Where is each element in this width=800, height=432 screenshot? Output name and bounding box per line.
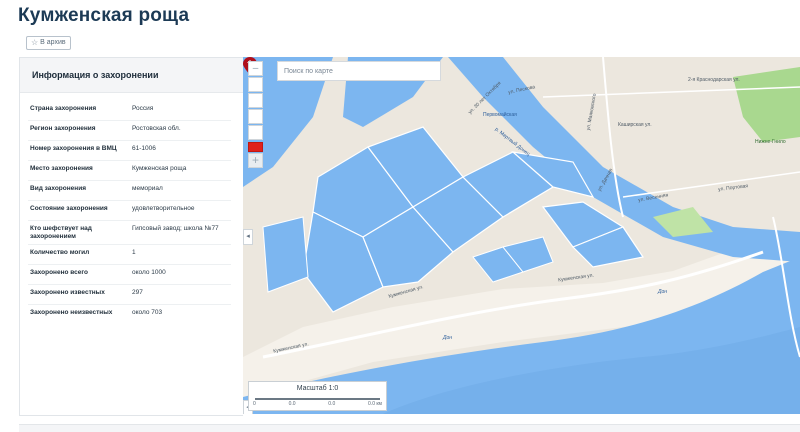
map-label-street: 2-я Краснодарская ул. — [688, 77, 740, 83]
map-search-input[interactable]: Поиск по карте — [277, 61, 441, 81]
map-tool-button[interactable] — [248, 125, 263, 140]
map-label-district: Нижне-Гнило — [755, 139, 786, 145]
info-row: Страна захоронения Россия — [28, 101, 231, 121]
map-scale-widget: Масштаб 1:0 0 0.0 0.0 0.0 км — [248, 381, 387, 411]
scale-ticks: 0 0.0 0.0 0.0 км — [253, 401, 382, 407]
info-value: 297 — [132, 289, 143, 296]
info-label: Номер захоронения в ВМЦ — [30, 145, 117, 152]
map-label-street: Каширская ул. — [618, 122, 652, 128]
map-tool-button[interactable] — [248, 109, 263, 124]
info-rows: Страна захоронения Россия Регион захороне… — [20, 101, 243, 324]
info-label: Захоронено неизвестных — [30, 309, 113, 316]
map-canvas[interactable] — [243, 57, 800, 414]
info-value: 1 — [132, 249, 136, 256]
info-panel-header: Информация о захоронении — [20, 58, 243, 93]
map-tool-button[interactable]: – — [248, 61, 263, 76]
map-view[interactable]: Первомайская р. Мертвый Донец Кумженская… — [243, 57, 800, 414]
map-label-don: Дон — [658, 289, 668, 295]
info-row: Захоронено всего около 1000 — [28, 265, 231, 285]
info-value: Ростовская обл. — [132, 125, 181, 132]
info-row: Номер захоронения в ВМЦ 61-1006 — [28, 141, 231, 161]
scale-tick: 0.0 — [288, 401, 296, 407]
info-row: Захоронено известных 297 — [28, 285, 231, 305]
zoom-in-button[interactable]: + — [248, 153, 263, 168]
info-value: около 703 — [132, 309, 163, 316]
info-row: Регион захоронения Ростовская обл. — [28, 121, 231, 141]
info-label: Страна захоронения — [30, 105, 97, 112]
map-tool-button[interactable] — [248, 93, 263, 108]
scale-label: Масштаб 1:0 — [296, 385, 339, 392]
info-row: Захоронено неизвестных около 703 — [28, 305, 231, 324]
info-label: Регион захоронения — [30, 125, 96, 132]
map-toolbar: – + — [248, 61, 263, 169]
scale-tick: 0.0 км — [368, 401, 382, 407]
map-layer-color-button[interactable] — [248, 142, 263, 152]
info-label: Вид захоронения — [30, 185, 87, 192]
info-value: Гипсовый завод; школа №77 — [132, 225, 219, 232]
info-row: Вид захоронения мемориал — [28, 181, 231, 201]
star-icon: ☆ — [31, 38, 39, 47]
info-value: 61-1006 — [132, 145, 156, 152]
info-label: Захоронено всего — [30, 269, 88, 276]
map-label-don: Дон — [443, 335, 453, 341]
scale-tick: 0.0 — [328, 401, 336, 407]
map-tool-button[interactable] — [248, 77, 263, 92]
scale-bar — [255, 398, 380, 400]
burial-info-panel: Информация о захоронении Страна захороне… — [19, 57, 243, 416]
info-row: Кто шефствует над захоронением Гипсовый з… — [28, 221, 231, 245]
info-label: Кто шефствует над захоронением — [30, 225, 92, 240]
info-label: Состояние захоронения — [30, 205, 108, 212]
info-label: Количество могил — [30, 249, 90, 256]
info-value: около 1000 — [132, 269, 166, 276]
scale-tick: 0 — [253, 401, 256, 407]
info-value: мемориал — [132, 185, 163, 192]
map-label-pervomaiskaya: Первомайская — [483, 112, 517, 118]
info-row: Состояние захоронения удовлетворительное — [28, 201, 231, 221]
archive-button-label: В архив — [40, 39, 66, 46]
collapse-panel-button[interactable]: ◂ — [243, 229, 253, 245]
info-label: Место захоронения — [30, 165, 93, 172]
info-label: Захоронено известных — [30, 289, 105, 296]
info-value: удовлетворительное — [132, 205, 195, 212]
info-row: Количество могил 1 — [28, 245, 231, 265]
info-value: Россия — [132, 105, 154, 112]
info-value: Кумженская роща — [132, 165, 187, 172]
info-row: Место захоронения Кумженская роща — [28, 161, 231, 181]
archive-button[interactable]: ☆ В архив — [26, 36, 71, 50]
page-title: Кумженская роща — [18, 5, 190, 26]
